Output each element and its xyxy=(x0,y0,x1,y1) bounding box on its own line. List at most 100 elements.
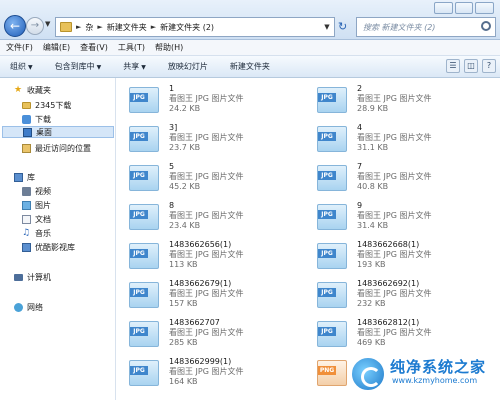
back-arrow-icon[interactable]: ← xyxy=(4,15,26,37)
sidebar-item-youku-library[interactable]: 优酷影视库 xyxy=(22,241,75,253)
address-dropdown-icon[interactable]: ▼ xyxy=(320,23,334,31)
search-placeholder: 搜索 新建文件夹 (2) xyxy=(363,22,436,32)
file-size: 113 KB xyxy=(169,260,198,269)
sidebar-label: 下载 xyxy=(35,114,51,124)
history-dropdown-icon[interactable]: ▼ xyxy=(45,20,50,28)
search-input[interactable]: 搜索 新建文件夹 (2) xyxy=(356,17,496,37)
refresh-icon[interactable]: ↻ xyxy=(338,20,347,33)
file-type: 看图王 JPG 图片文件 xyxy=(169,367,244,376)
file-name: 8 xyxy=(169,201,175,210)
file-size: 164 KB xyxy=(169,377,198,386)
file-ext-label: JPG xyxy=(318,210,336,219)
file-tile[interactable]: JPG 4 看图王 JPG 图片文件 31.1 KB xyxy=(305,120,485,156)
file-type: 看图王 JPG 图片文件 xyxy=(357,289,432,298)
file-tile[interactable]: JPG 1483662812(1) 看图王 JPG 图片文件 469 KB xyxy=(305,315,485,351)
share-button[interactable]: 共享 ▼ xyxy=(123,61,146,72)
file-type: 看图王 JPG 图片文件 xyxy=(169,250,244,259)
file-tile[interactable]: JPG 1483662679(1) 看图王 JPG 图片文件 157 KB xyxy=(117,276,297,312)
file-name: 7 xyxy=(357,162,363,171)
sidebar-favorites[interactable]: ★ 收藏夹 xyxy=(14,84,51,96)
file-tile[interactable]: JPG 1 看图王 JPG 图片文件 24.2 KB xyxy=(117,81,297,117)
jpg-file-icon: JPG xyxy=(317,241,349,271)
file-ext-label: JPG xyxy=(130,132,148,141)
forward-arrow-icon[interactable]: → xyxy=(26,17,44,35)
menu-edit[interactable]: 编辑(E) xyxy=(43,42,70,53)
file-type: 看图王 JPG 图片文件 xyxy=(357,211,432,220)
sidebar-item-documents[interactable]: 文档 xyxy=(22,213,51,225)
view-options-icon[interactable]: ☰ xyxy=(446,59,460,73)
file-tile[interactable]: JPG 8 看图王 JPG 图片文件 23.4 KB xyxy=(117,198,297,234)
document-icon xyxy=(22,214,31,224)
file-ext-label: JPG xyxy=(318,171,336,180)
sidebar-item-downloads[interactable]: 下载 xyxy=(22,113,51,125)
sidebar-label: 2345下载 xyxy=(35,100,72,110)
file-name: 1 xyxy=(169,84,175,93)
recent-places-icon xyxy=(22,143,31,153)
chevron-down-icon: ▼ xyxy=(28,64,33,71)
include-library-button[interactable]: 包含到库中 ▼ xyxy=(55,61,102,72)
file-size: 469 KB xyxy=(357,338,386,347)
sidebar-item-desktop[interactable]: 桌面 xyxy=(2,126,114,138)
file-tile[interactable]: JPG 3] 看图王 JPG 图片文件 23.7 KB xyxy=(117,120,297,156)
minimize-button[interactable] xyxy=(434,2,453,14)
file-type: 看图王 JPG 图片文件 xyxy=(169,328,244,337)
breadcrumb-item[interactable]: 杂 xyxy=(85,22,93,33)
share-label: 共享 xyxy=(123,62,140,71)
file-tile[interactable]: JPG 5 看图王 JPG 图片文件 45.2 KB xyxy=(117,159,297,195)
sidebar-item-music[interactable]: ♫ 音乐 xyxy=(22,227,51,239)
sidebar-libraries[interactable]: 库 xyxy=(14,171,35,183)
file-name: 9 xyxy=(357,201,363,210)
file-size: 232 KB xyxy=(357,299,386,308)
jpg-file-icon: JPG xyxy=(129,85,161,115)
file-ext-label: JPG xyxy=(130,366,148,375)
search-icon[interactable] xyxy=(481,21,491,31)
sidebar-computer[interactable]: 计算机 xyxy=(14,271,51,283)
file-name: 4 xyxy=(357,123,363,132)
sidebar-label: 库 xyxy=(27,172,35,182)
slideshow-button[interactable]: 放映幻灯片 xyxy=(168,61,208,72)
file-tile[interactable]: JPG 1483662999(1) 看图王 JPG 图片文件 164 KB xyxy=(117,354,297,390)
file-tile[interactable]: JPG 1483662668(1) 看图王 JPG 图片文件 193 KB xyxy=(305,237,485,273)
file-tile[interactable]: JPG 9 看图王 JPG 图片文件 31.4 KB xyxy=(305,198,485,234)
file-ext-label: JPG xyxy=(318,249,336,258)
close-button[interactable] xyxy=(475,2,495,14)
sidebar-label: 网络 xyxy=(27,302,43,312)
address-field[interactable]: ► 杂 ► 新建文件夹 ► 新建文件夹 (2) ▼ xyxy=(55,17,335,37)
file-tile[interactable]: JPG 7 看图王 JPG 图片文件 40.8 KB xyxy=(305,159,485,195)
file-tile[interactable]: JPG 1483662707 看图王 JPG 图片文件 285 KB xyxy=(117,315,297,351)
view-controls: ☰ ◫ ? xyxy=(446,59,496,73)
menu-help[interactable]: 帮助(H) xyxy=(155,42,183,53)
new-folder-button[interactable]: 新建文件夹 xyxy=(230,61,270,72)
command-bar: 组织 ▼ 包含到库中 ▼ 共享 ▼ 放映幻灯片 新建文件夹 ☰ ◫ ? xyxy=(0,56,500,78)
file-ext-label: JPG xyxy=(130,327,148,336)
file-size: 157 KB xyxy=(169,299,198,308)
jpg-file-icon: JPG xyxy=(129,202,161,232)
organize-button[interactable]: 组织 ▼ xyxy=(10,61,33,72)
breadcrumb-item[interactable]: 新建文件夹 (2) xyxy=(160,22,214,33)
file-ext-label: JPG xyxy=(130,93,148,102)
sidebar-network[interactable]: 网络 xyxy=(14,301,43,313)
file-type: 看图王 JPG 图片文件 xyxy=(357,172,432,181)
file-ext-label: JPG xyxy=(130,210,148,219)
file-tile[interactable]: JPG 1483662656(1) 看图王 JPG 图片文件 113 KB xyxy=(117,237,297,273)
sidebar-label: 最近访问的位置 xyxy=(35,143,91,153)
file-tile[interactable]: JPG 1483662692(1) 看图王 JPG 图片文件 232 KB xyxy=(305,276,485,312)
file-tile[interactable]: JPG 2 看图王 JPG 图片文件 28.9 KB xyxy=(305,81,485,117)
breadcrumb-item[interactable]: 新建文件夹 xyxy=(107,22,147,33)
watermark-logo-icon xyxy=(350,356,386,392)
file-type: 看图王 JPG 图片文件 xyxy=(169,172,244,181)
sidebar-item-recent-places[interactable]: 最近访问的位置 xyxy=(22,142,91,154)
preview-pane-icon[interactable]: ◫ xyxy=(464,59,478,73)
help-icon[interactable]: ? xyxy=(482,59,496,73)
sidebar-item-2345-download[interactable]: 2345下载 xyxy=(22,99,71,111)
maximize-button[interactable] xyxy=(454,2,474,14)
file-name: 3] xyxy=(169,123,178,132)
menu-tools[interactable]: 工具(T) xyxy=(118,42,145,53)
sidebar-item-videos[interactable]: 视频 xyxy=(22,185,51,197)
sidebar-item-pictures[interactable]: 图片 xyxy=(22,199,51,211)
file-size: 24.2 KB xyxy=(169,104,201,113)
menu-file[interactable]: 文件(F) xyxy=(6,42,33,53)
include-library-label: 包含到库中 xyxy=(54,62,95,71)
crumb-separator: ► xyxy=(150,23,157,31)
menu-view[interactable]: 查看(V) xyxy=(80,42,108,53)
